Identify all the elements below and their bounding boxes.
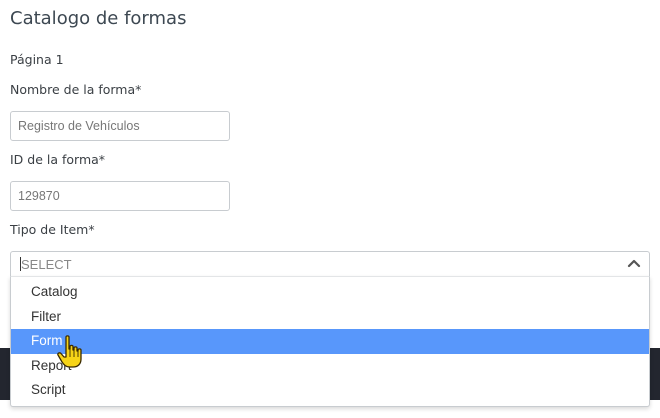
- option-catalog[interactable]: Catalog: [11, 280, 649, 305]
- chevron-up-icon[interactable]: [627, 257, 641, 269]
- item-type-select[interactable]: SELECT: [10, 251, 650, 276]
- item-type-select-value: SELECT: [21, 256, 72, 272]
- form-name-input[interactable]: Registro de Vehículos: [10, 111, 230, 141]
- page-number-label: Página 1: [10, 52, 64, 67]
- form-id-input[interactable]: 129870: [10, 181, 230, 211]
- option-filter[interactable]: Filter: [11, 305, 649, 330]
- background-band-left: [0, 348, 10, 400]
- form-name-label: Nombre de la forma*: [10, 82, 142, 97]
- option-script[interactable]: Script: [11, 378, 649, 403]
- hand-pointer-icon: [57, 335, 82, 368]
- page-title: Catalogo de formas: [10, 8, 187, 29]
- background-band-right: [650, 348, 660, 400]
- item-type-label: Tipo de Item*: [10, 222, 95, 237]
- option-form[interactable]: Form: [11, 329, 649, 354]
- option-report[interactable]: Report: [11, 354, 649, 379]
- item-type-dropdown: Catalog Filter Form Report Script: [10, 276, 650, 407]
- form-id-value: 129870: [18, 189, 60, 203]
- form-name-value: Registro de Vehículos: [18, 119, 140, 133]
- form-id-label: ID de la forma*: [10, 152, 106, 167]
